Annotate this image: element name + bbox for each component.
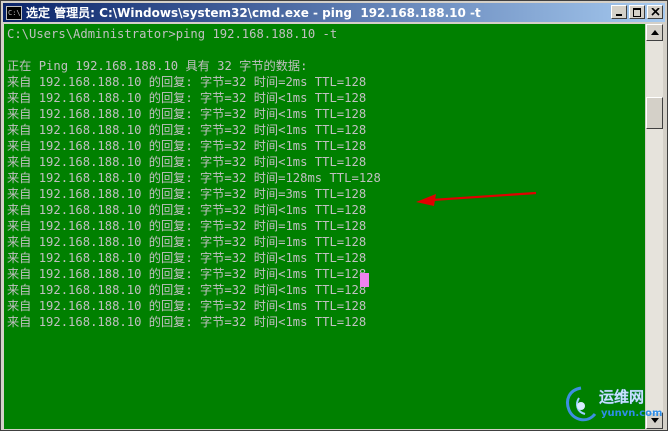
text-cursor (360, 273, 369, 287)
window-title: 选定 管理员: C:\Windows\system32\cmd.exe - pi… (26, 6, 481, 20)
console-output: C:\Users\Administrator>ping 192.168.188.… (7, 26, 381, 330)
watermark-logo-icon (566, 386, 597, 422)
ping-reply-line: 来自 192.168.188.10 的回复: 字节=32 时间<1ms TTL=… (7, 267, 367, 281)
cmd-icon: C:\ (6, 5, 22, 20)
ping-reply-line: 来自 192.168.188.10 的回复: 字节=32 时间<1ms TTL=… (7, 91, 367, 105)
window-controls (609, 5, 663, 19)
ping-reply-line: 来自 192.168.188.10 的回复: 字节=32 时间<1ms TTL=… (7, 155, 367, 169)
minimize-button[interactable] (611, 5, 627, 19)
ping-reply-line: 来自 192.168.188.10 的回复: 字节=32 时间<1ms TTL=… (7, 299, 367, 313)
close-button[interactable] (647, 5, 663, 19)
ping-reply-line: 来自 192.168.188.10 的回复: 字节=32 时间<1ms TTL=… (7, 107, 367, 121)
ping-reply-line: 来自 192.168.188.10 的回复: 字节=32 时间<1ms TTL=… (7, 203, 367, 217)
ping-reply-line: 来自 192.168.188.10 的回复: 字节=32 时间=128ms TT… (7, 171, 381, 185)
arrow-up-icon (651, 30, 659, 35)
ping-reply-line: 来自 192.168.188.10 的回复: 字节=32 时间<1ms TTL=… (7, 315, 367, 329)
ping-reply-line: 来自 192.168.188.10 的回复: 字节=32 时间=1ms TTL=… (7, 235, 367, 249)
ping-reply-line: 来自 192.168.188.10 的回复: 字节=32 时间<1ms TTL=… (7, 139, 367, 153)
ping-reply-line (7, 42, 381, 58)
close-icon (651, 8, 660, 16)
ping-reply-line: 来自 192.168.188.10 的回复: 字节=32 时间<1ms TTL=… (7, 283, 367, 297)
ping-reply-line: 来自 192.168.188.10 的回复: 字节=32 时间<1ms TTL=… (7, 251, 367, 265)
watermark-brand: 运维网 (599, 388, 645, 406)
red-arrow-icon (416, 191, 537, 206)
scroll-up-button[interactable] (646, 24, 663, 41)
scroll-thumb[interactable] (646, 97, 663, 129)
vertical-scrollbar[interactable] (646, 24, 663, 429)
ping-reply-line: 来自 192.168.188.10 的回复: 字节=32 时间=2ms TTL=… (7, 75, 367, 89)
maximize-button[interactable] (629, 5, 645, 19)
command-line: C:\Users\Administrator>ping 192.168.188.… (7, 27, 338, 41)
title-bar[interactable]: C:\ 选定 管理员: C:\Windows\system32\cmd.exe … (3, 3, 665, 22)
cmd-window: C:\ 选定 管理员: C:\Windows\system32\cmd.exe … (0, 0, 668, 431)
watermark: 运维网 yunvn.com (561, 384, 666, 428)
ping-header-line: 正在 Ping 192.168.188.10 具有 32 字节的数据: (7, 59, 308, 73)
ping-reply-line: 来自 192.168.188.10 的回复: 字节=32 时间<1ms TTL=… (7, 123, 367, 137)
watermark-url: yunvn.com (601, 408, 663, 419)
ping-reply-line: 来自 192.168.188.10 的回复: 字节=32 时间=1ms TTL=… (7, 219, 367, 233)
ping-reply-line: 来自 192.168.188.10 的回复: 字节=32 时间=3ms TTL=… (7, 187, 367, 201)
console-area[interactable]: C:\Users\Administrator>ping 192.168.188.… (4, 24, 645, 429)
